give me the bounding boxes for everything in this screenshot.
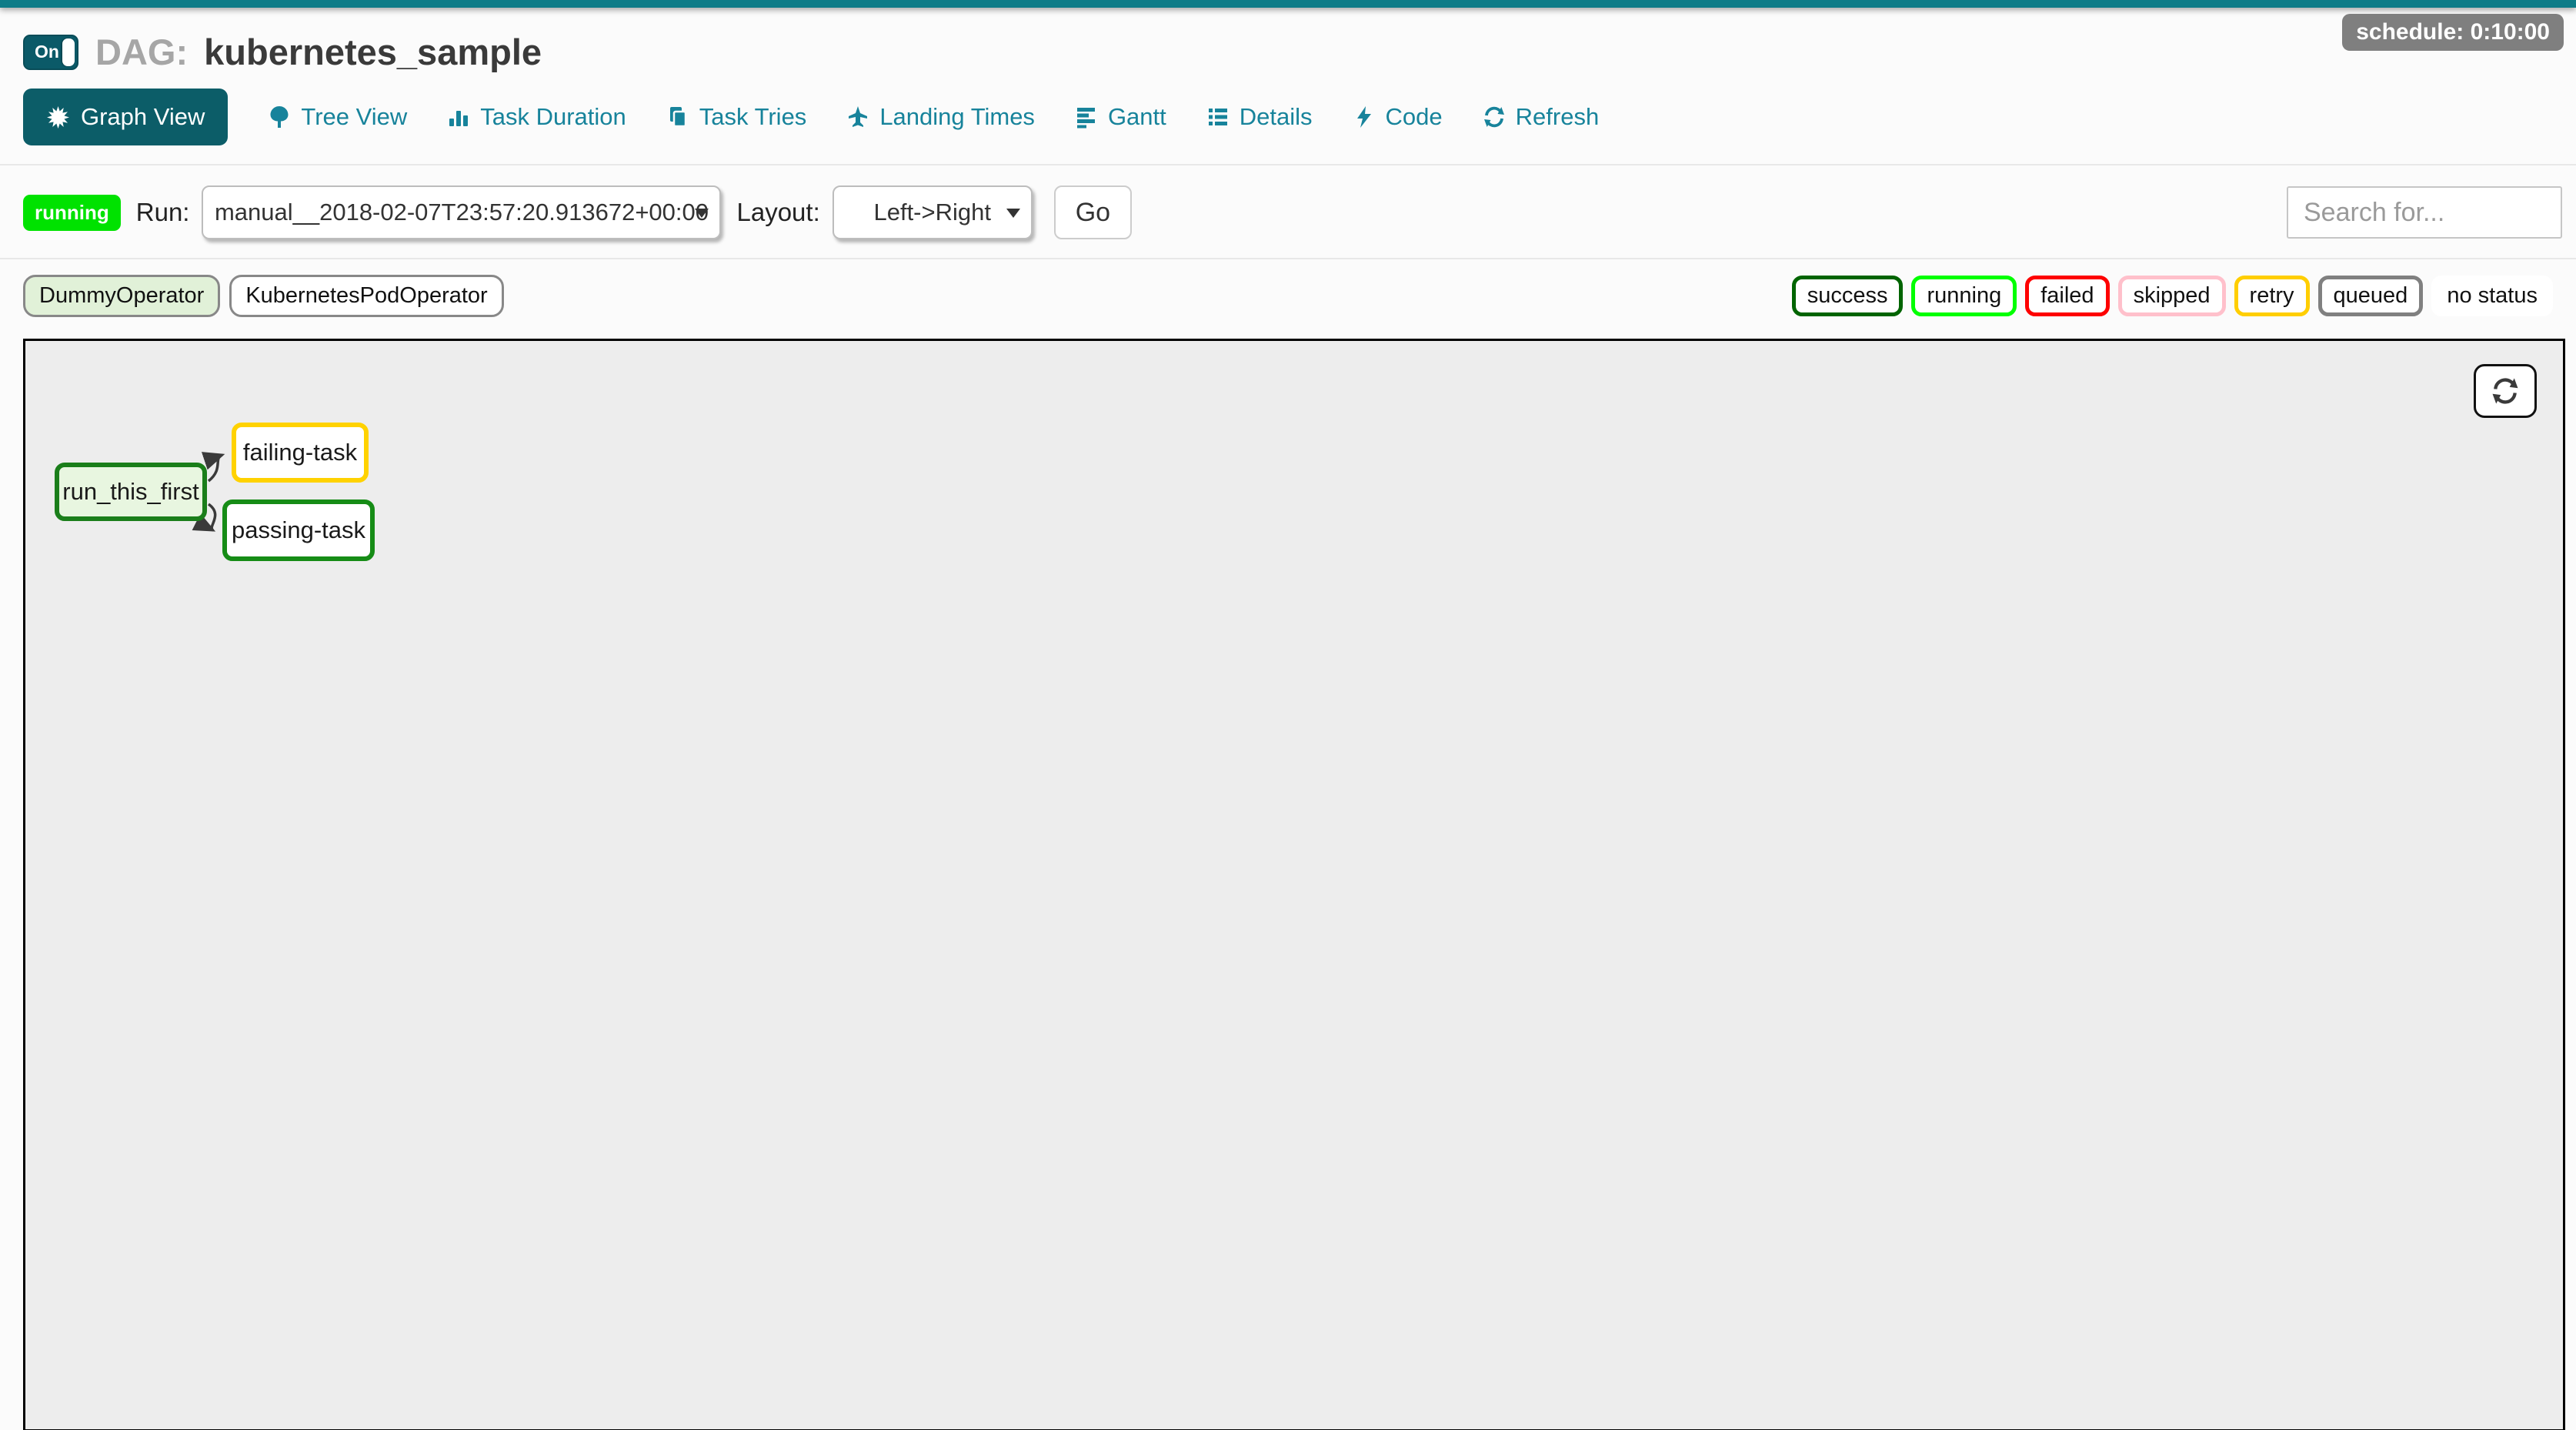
top-accent-bar	[0, 0, 2576, 8]
legend-operator-kubernetespod: KubernetesPodOperator	[229, 275, 503, 317]
dag-prefix-label: DAG:	[95, 32, 188, 72]
task-node-label: passing-task	[232, 516, 365, 544]
schedule-badge: schedule: 0:10:00	[2342, 14, 2564, 51]
refresh-icon	[2491, 376, 2520, 406]
tab-label: Gantt	[1108, 103, 1166, 131]
graph-refresh-button[interactable]	[2474, 364, 2537, 418]
layout-select[interactable]: Left->Right	[833, 185, 1033, 239]
refresh-icon	[1483, 105, 1506, 129]
legend-state-skipped: skipped	[2118, 276, 2226, 316]
legend-state-failed: failed	[2025, 276, 2109, 316]
legend-state-queued: queued	[2318, 276, 2424, 316]
run-controls-bar: running Run: manual__2018-02-07T23:57:20…	[0, 185, 2576, 239]
tab-label: Graph View	[81, 103, 205, 131]
page-title: DAG: kubernetes_sample	[95, 31, 542, 73]
legend-operator-dummy: DummyOperator	[23, 275, 220, 317]
layout-select-value: Left->Right	[873, 199, 991, 226]
tab-label: Task Duration	[480, 103, 626, 131]
tab-gantt[interactable]: Gantt	[1075, 89, 1166, 145]
bolt-icon	[1353, 105, 1376, 129]
tab-graph-view[interactable]: Graph View	[23, 89, 228, 145]
tab-label: Tree View	[301, 103, 407, 131]
tab-label: Refresh	[1516, 103, 1600, 131]
plane-icon	[846, 105, 869, 129]
tab-tree-view[interactable]: Tree View	[268, 89, 407, 145]
dag-graph-canvas[interactable]: run_this_first failing-task passing-task	[23, 339, 2565, 1430]
toggle-knob	[62, 38, 75, 66]
run-label: Run:	[136, 198, 190, 227]
tab-label: Landing Times	[879, 103, 1035, 131]
task-node-failing-task[interactable]: failing-task	[232, 423, 369, 483]
legend-state-retry: retry	[2234, 276, 2310, 316]
align-left-icon	[1075, 105, 1098, 129]
legend-state-running: running	[1911, 276, 2017, 316]
divider	[0, 164, 2576, 165]
tab-label: Details	[1240, 103, 1313, 131]
page-header: On DAG: kubernetes_sample schedule: 0:10…	[0, 8, 2576, 73]
tab-details[interactable]: Details	[1206, 89, 1313, 145]
view-tabs: Graph View Tree View Task Duration Task …	[23, 89, 2576, 145]
dag-edges	[25, 341, 2563, 1429]
tab-label: Code	[1386, 103, 1443, 131]
task-node-label: run_this_first	[62, 478, 199, 506]
tab-task-duration[interactable]: Task Duration	[447, 89, 626, 145]
tab-task-tries[interactable]: Task Tries	[666, 89, 807, 145]
tab-code[interactable]: Code	[1353, 89, 1443, 145]
dag-on-off-toggle[interactable]: On	[23, 35, 78, 70]
copy-icon	[666, 105, 689, 129]
legend-state-no-status: no status	[2431, 276, 2553, 316]
search-input[interactable]	[2287, 186, 2562, 239]
bar-chart-icon	[447, 105, 470, 129]
legend-bar: DummyOperator KubernetesPodOperator succ…	[0, 275, 2576, 317]
task-node-passing-task[interactable]: passing-task	[222, 499, 375, 561]
divider	[0, 258, 2576, 259]
dag-name: kubernetes_sample	[204, 32, 542, 72]
task-node-label: failing-task	[243, 439, 357, 466]
task-node-run-this-first[interactable]: run_this_first	[55, 463, 207, 521]
list-icon	[1206, 105, 1230, 129]
tab-label: Task Tries	[699, 103, 807, 131]
go-button[interactable]: Go	[1054, 185, 1132, 239]
tab-landing-times[interactable]: Landing Times	[846, 89, 1035, 145]
run-state-badge: running	[23, 195, 121, 231]
tree-icon	[268, 105, 291, 129]
sunburst-icon	[46, 105, 70, 129]
toggle-on-label: On	[25, 42, 59, 62]
run-select-value: manual__2018-02-07T23:57:20.913672+00:00	[215, 199, 709, 226]
layout-label: Layout:	[736, 198, 819, 227]
legend-state-success: success	[1792, 276, 1904, 316]
tab-refresh[interactable]: Refresh	[1483, 89, 1600, 145]
chevron-down-icon	[695, 209, 709, 218]
chevron-down-icon	[1006, 209, 1020, 218]
run-select[interactable]: manual__2018-02-07T23:57:20.913672+00:00	[202, 185, 721, 239]
